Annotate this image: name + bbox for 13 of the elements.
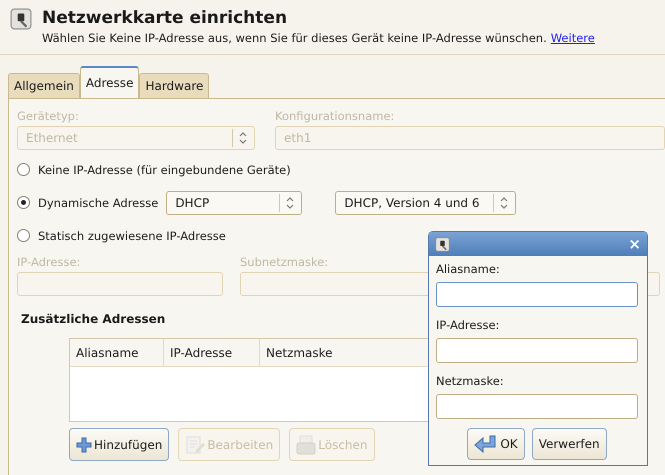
dialog-title: Netzwerkkarte einrichten [42,8,288,28]
dialog-description: Wählen Sie Keine IP-Adresse aus, wenn Sie für dieses Gerät keine IP-Adresse wünschen. [42,31,547,45]
radio-label: Statisch zugewiesene IP-Adresse [38,228,226,242]
field-label: IP-Adresse: [436,318,500,332]
device-type-label: Gerätetyp: [17,109,79,123]
field-label: Netzmaske: [436,374,504,388]
config-name-label: Konfigurationsname: [275,109,394,123]
section-heading: Zusätzliche Adressen [21,312,166,326]
subnet-mask-label: Subnetzmaske: [240,255,328,269]
radio-label: Keine IP-Adresse (für eingebundene Geräte) [38,162,291,176]
radio-label: Dynamische Adresse [38,196,158,210]
field-label: Aliasname: [436,262,500,276]
ip-address-label: IP-Adresse: [17,255,80,269]
